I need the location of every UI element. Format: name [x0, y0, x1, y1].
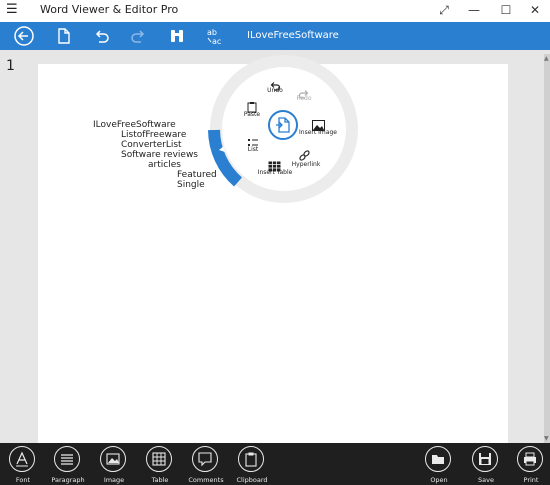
scroll-down-icon[interactable]: ▼ — [544, 436, 550, 442]
bottom-app-bar: Font Paragraph Image Table Comments Clip… — [0, 443, 550, 485]
svg-text:ac: ac — [212, 37, 221, 46]
hamburger-menu-icon[interactable]: ☰ — [6, 2, 20, 18]
binoculars-icon[interactable] — [165, 24, 189, 48]
open-button[interactable]: Open — [416, 446, 462, 484]
document-line[interactable]: articles — [148, 160, 181, 170]
back-arrow-icon[interactable] — [12, 24, 36, 48]
table-icon — [146, 446, 172, 472]
folder-open-icon — [425, 446, 451, 472]
radial-insert-image-label[interactable]: Insert Image — [298, 129, 338, 136]
vertical-scrollbar[interactable]: ▲ ▼ — [544, 54, 550, 444]
title-bar: ☰ Word Viewer & Editor Pro ⤢ — ☐ ✕ — [0, 0, 550, 22]
minimize-button[interactable]: — — [459, 0, 489, 22]
resize-window-icon[interactable]: ⤢ — [429, 0, 459, 22]
paragraph-label: Paragraph — [51, 476, 85, 484]
document-line[interactable]: ListofFreeware — [121, 130, 186, 140]
document-line[interactable]: ILoveFreeSoftware — [93, 120, 176, 130]
svg-text:ab: ab — [207, 28, 217, 37]
paragraph-icon — [54, 446, 80, 472]
save-button[interactable]: Save — [463, 446, 509, 484]
clipboard-icon — [238, 446, 264, 472]
replace-icon[interactable]: ab ac — [204, 24, 228, 48]
font-label: Font — [15, 476, 31, 484]
print-label: Print — [523, 476, 539, 484]
save-label: Save — [478, 476, 494, 484]
comments-button[interactable]: Comments — [183, 446, 229, 484]
main-toolbar: ab ac ILoveFreeSoftware — [0, 22, 550, 50]
document-line[interactable]: Single — [177, 180, 205, 190]
app-title: Word Viewer & Editor Pro — [40, 3, 179, 16]
maximize-button[interactable]: ☐ — [491, 0, 521, 22]
page-number: 1 — [6, 58, 15, 74]
comments-icon — [192, 446, 218, 472]
print-button[interactable]: Print — [508, 446, 550, 484]
printer-icon — [517, 446, 543, 472]
paragraph-button[interactable]: Paragraph — [45, 446, 91, 484]
table-button[interactable]: Table — [137, 446, 183, 484]
redo-icon[interactable] — [127, 24, 151, 48]
new-document-icon[interactable] — [51, 24, 75, 48]
document-name: ILoveFreeSoftware — [247, 30, 339, 41]
open-label: Open — [430, 476, 448, 484]
font-button[interactable]: Font — [0, 446, 46, 484]
scroll-up-icon[interactable]: ▲ — [544, 56, 550, 62]
radial-paste-label[interactable]: Paste — [240, 111, 264, 118]
font-icon — [9, 446, 35, 472]
close-button[interactable]: ✕ — [520, 0, 550, 22]
clipboard-label: Clipboard — [236, 476, 268, 484]
radial-redo-label[interactable]: Redo — [292, 95, 316, 102]
comments-label: Comments — [188, 476, 224, 484]
document-line[interactable]: Software reviews — [121, 150, 198, 160]
radial-insert-table-label[interactable]: Insert Table — [256, 169, 294, 176]
table-label: Table — [151, 476, 169, 484]
save-icon — [472, 446, 498, 472]
radial-undo-label[interactable]: Undo — [262, 87, 288, 94]
document-line[interactable]: ConverterList — [121, 140, 182, 150]
clipboard-button[interactable]: Clipboard — [229, 446, 275, 484]
radial-list-label[interactable]: List — [242, 146, 264, 153]
image-icon — [100, 446, 126, 472]
image-button[interactable]: Image — [91, 446, 137, 484]
undo-icon[interactable] — [89, 24, 113, 48]
radial-menu-arc[interactable] — [206, 52, 362, 208]
image-label: Image — [103, 476, 125, 484]
radial-hyperlink-label[interactable]: Hyperlink — [290, 161, 322, 168]
